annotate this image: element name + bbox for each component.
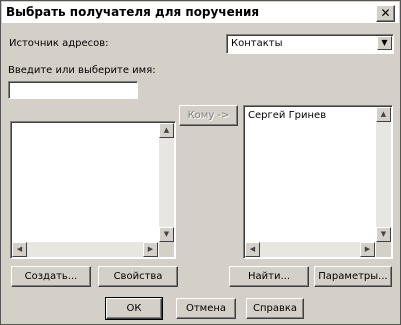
scroll-down-icon[interactable]: ▼ — [159, 227, 174, 242]
name-input[interactable] — [8, 81, 138, 99]
properties-button[interactable]: Свойства — [98, 266, 178, 287]
name-label: Введите или выберите имя: — [8, 65, 156, 76]
address-source-value: Контакты — [231, 38, 283, 49]
address-source-label: Источник адресов: — [9, 38, 109, 49]
recipients-horizontal-scrollbar[interactable]: ◀ ▶ — [245, 242, 375, 257]
title-bar: Выбрать получателя для поручения ✕ — [2, 2, 399, 23]
parameters-button[interactable]: Параметры... — [314, 266, 392, 287]
scroll-right-icon[interactable]: ▶ — [143, 242, 158, 257]
close-icon[interactable]: ✕ — [376, 5, 395, 22]
window-title: Выбрать получателя для поручения — [6, 5, 260, 19]
recipients-vertical-scrollbar[interactable]: ▲ ▼ — [376, 107, 391, 257]
to-button[interactable]: Кому -> — [179, 105, 238, 126]
scroll-down-icon[interactable]: ▼ — [376, 227, 391, 242]
scroll-right-icon[interactable]: ▶ — [360, 242, 375, 257]
create-button[interactable]: Создать... — [11, 266, 91, 287]
ok-button[interactable]: ОК — [105, 297, 163, 320]
recipients-list[interactable]: Сергей Гринев ▲ ▼ ◀ ▶ — [243, 105, 393, 259]
contacts-list[interactable]: ▲ ▼ ◀ ▶ — [10, 121, 176, 259]
scrollbar-corner — [159, 242, 174, 257]
scroll-up-icon[interactable]: ▲ — [376, 107, 391, 122]
recipient-item[interactable]: Сергей Гринев — [248, 110, 326, 121]
contacts-horizontal-scrollbar[interactable]: ◀ ▶ — [12, 242, 158, 257]
find-button[interactable]: Найти... — [229, 266, 309, 287]
address-source-select[interactable]: Контакты ▼ — [226, 34, 394, 54]
scrollbar-corner — [376, 242, 391, 257]
select-recipient-dialog: Выбрать получателя для поручения ✕ Источ… — [0, 0, 401, 325]
scroll-left-icon[interactable]: ◀ — [245, 242, 260, 257]
scroll-left-icon[interactable]: ◀ — [12, 242, 27, 257]
help-button[interactable]: Справка — [246, 298, 304, 319]
scroll-up-icon[interactable]: ▲ — [159, 123, 174, 138]
cancel-button[interactable]: Отмена — [176, 298, 236, 319]
chevron-down-icon[interactable]: ▼ — [377, 36, 392, 50]
contacts-vertical-scrollbar[interactable]: ▲ ▼ — [159, 123, 174, 257]
